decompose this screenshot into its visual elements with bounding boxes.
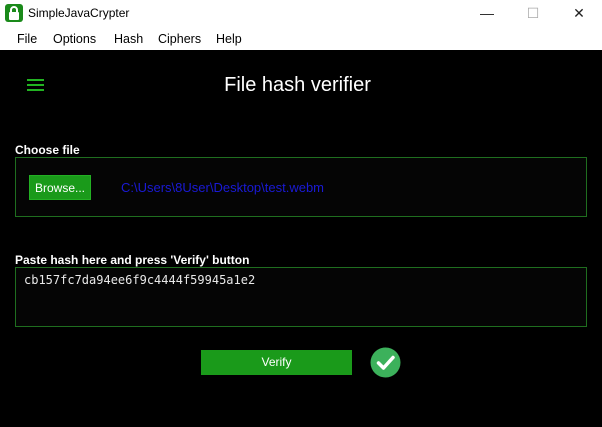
hash-value: cb157fc7da94ee6f9c4444f59945a1e2 bbox=[24, 273, 256, 287]
maximize-button[interactable]: ☐ bbox=[510, 0, 556, 26]
file-panel: Browse... C:\Users\8User\Desktop\test.we… bbox=[15, 157, 587, 217]
lock-icon bbox=[5, 4, 23, 22]
hash-input-field[interactable]: cb157fc7da94ee6f9c4444f59945a1e2 bbox=[15, 267, 587, 327]
check-circle-icon bbox=[370, 347, 401, 378]
menu-bar: File Options Hash Ciphers Help bbox=[0, 26, 602, 50]
file-path: C:\Users\8User\Desktop\test.webm bbox=[121, 180, 325, 195]
browse-button[interactable]: Browse... bbox=[29, 175, 91, 200]
page-title: File hash verifier bbox=[224, 74, 371, 96]
close-button[interactable]: ✕ bbox=[556, 0, 602, 26]
title-bar: SimpleJavaCrypter — ☐ ✕ bbox=[0, 0, 602, 26]
menu-ciphers[interactable]: Ciphers bbox=[158, 32, 201, 46]
window-title: SimpleJavaCrypter bbox=[28, 6, 130, 20]
hash-label: Paste hash here and press 'Verify' butto… bbox=[15, 253, 250, 267]
choose-file-label: Choose file bbox=[15, 143, 80, 157]
menu-help[interactable]: Help bbox=[216, 32, 242, 46]
menu-file[interactable]: File bbox=[17, 32, 37, 46]
main-content: File hash verifier Choose file Browse...… bbox=[0, 50, 602, 427]
verify-button[interactable]: Verify bbox=[201, 350, 352, 375]
menu-hash[interactable]: Hash bbox=[114, 32, 143, 46]
menu-options[interactable]: Options bbox=[53, 32, 96, 46]
minimize-button[interactable]: — bbox=[464, 0, 510, 26]
